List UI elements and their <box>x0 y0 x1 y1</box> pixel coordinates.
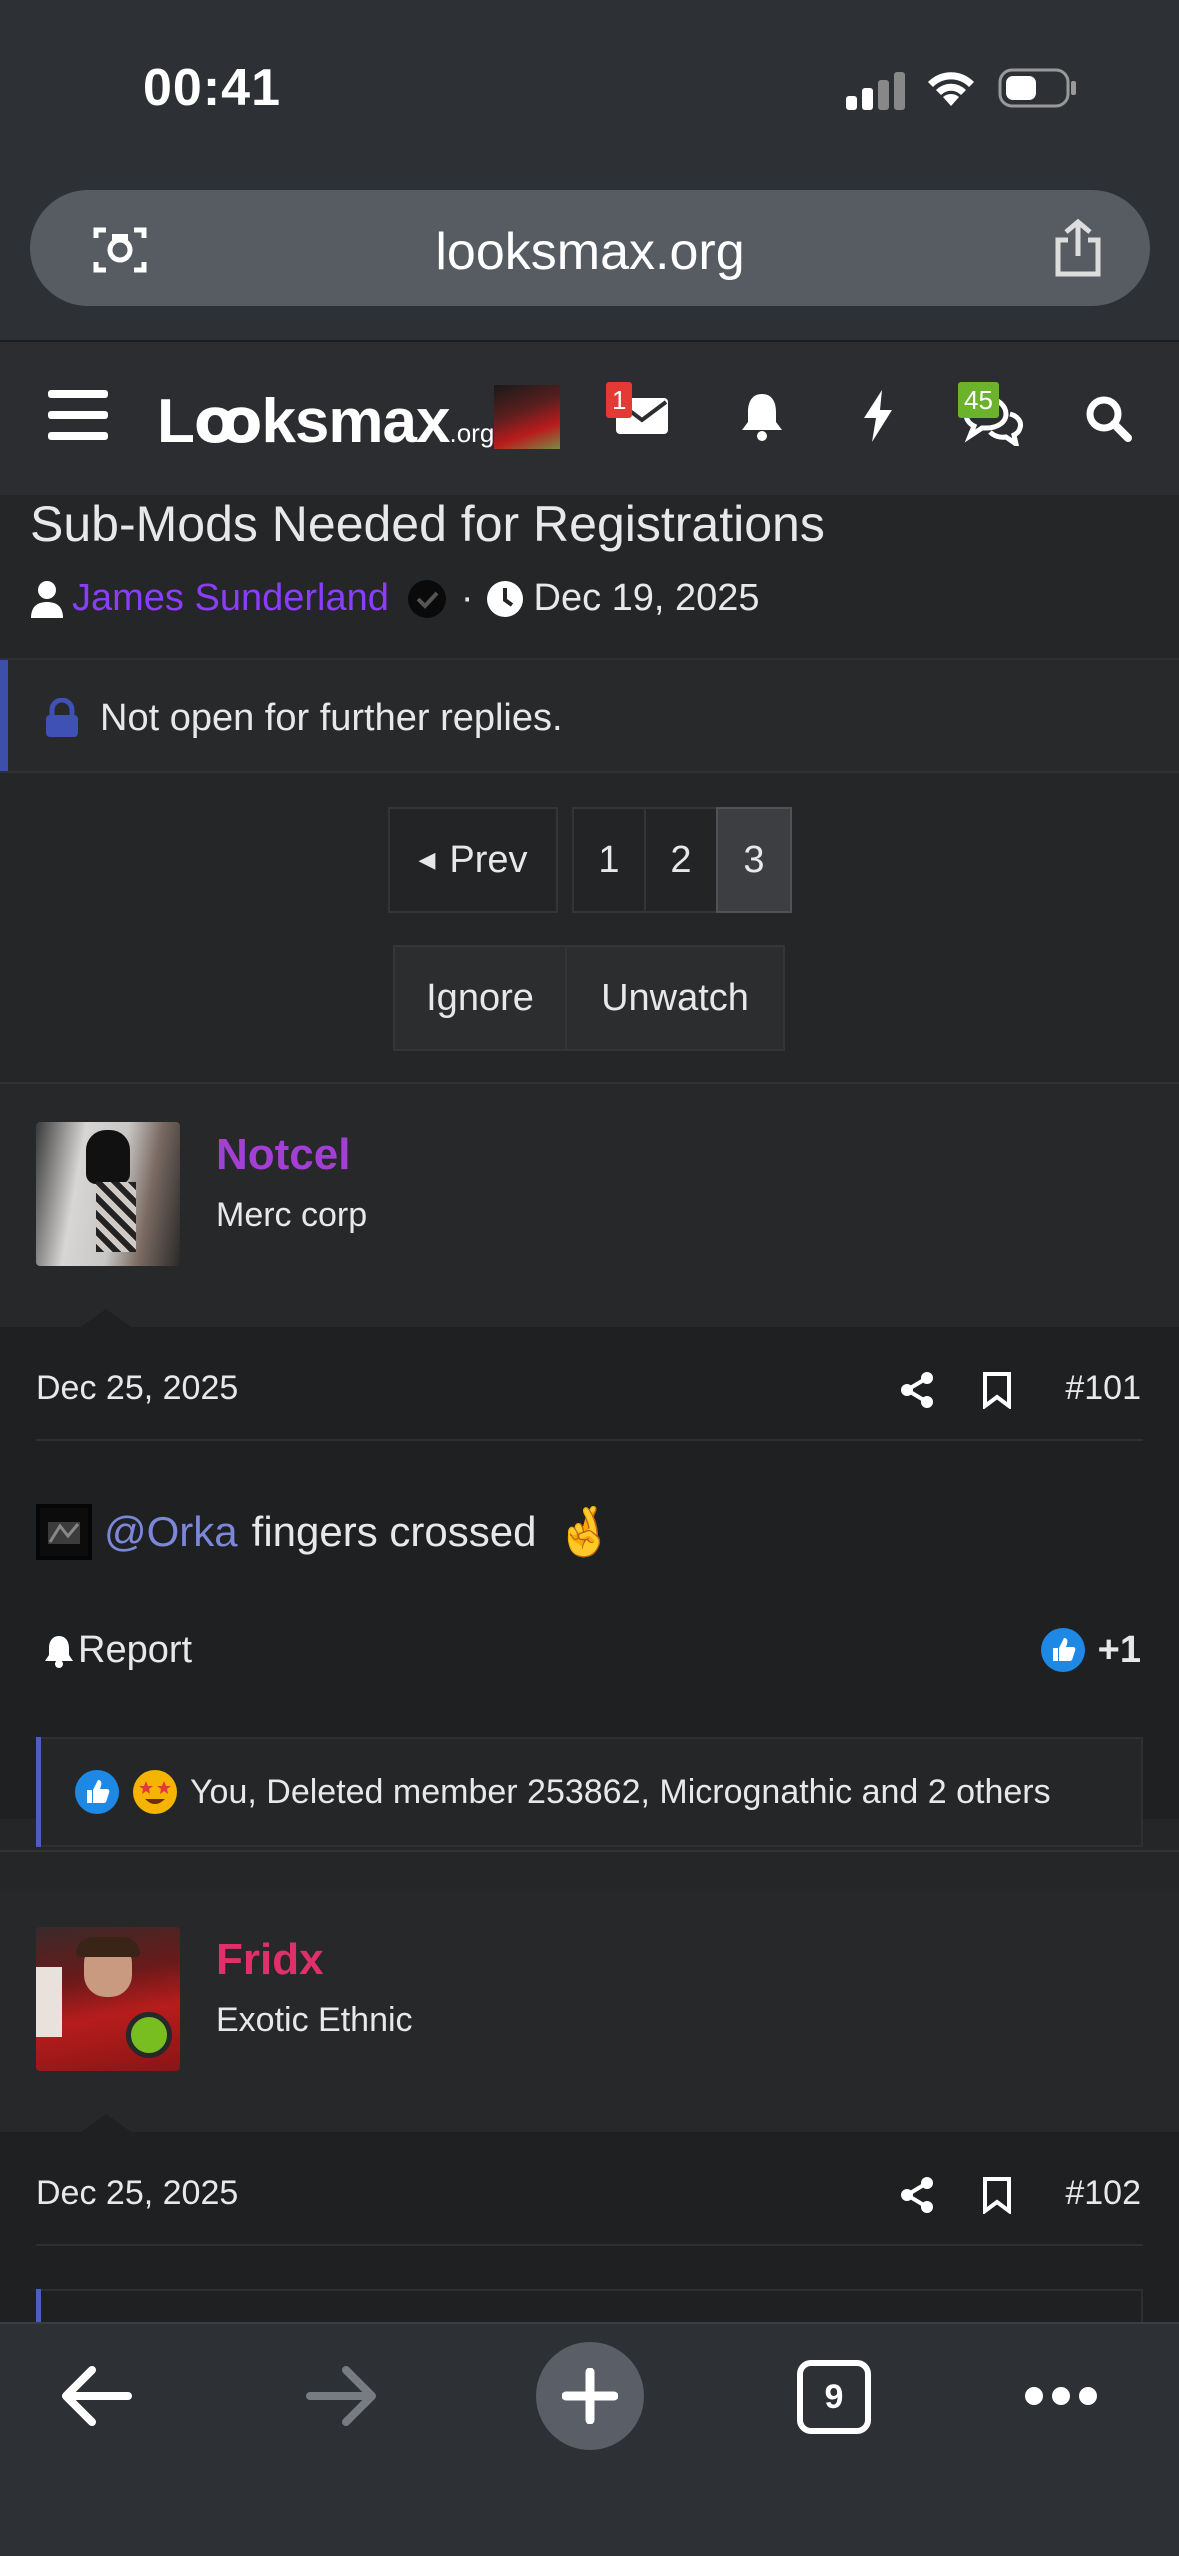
ignore-button[interactable]: Ignore <box>393 945 567 1051</box>
user-title: Exotic Ethnic <box>216 2001 413 2039</box>
reactions-bar[interactable]: You, Deleted member 253862, Micrognathic… <box>36 1737 1143 1847</box>
more-options-icon[interactable] <box>1024 2384 1098 2408</box>
post-username[interactable]: Fridx <box>216 1935 324 1985</box>
post-divider <box>36 1439 1143 1441</box>
avatar[interactable] <box>36 1122 180 1266</box>
status-time: 00:41 <box>143 59 281 117</box>
account-avatar[interactable] <box>494 385 560 449</box>
address-bar[interactable]: looksmax.org <box>30 190 1150 306</box>
site-logo[interactable]: Lꝏksmax.org <box>157 384 494 457</box>
tabs-button[interactable]: 9 <box>797 2360 871 2434</box>
forward-arrow-icon[interactable] <box>306 2364 380 2428</box>
plus-icon <box>562 2368 618 2424</box>
meta-separator: · <box>460 577 474 619</box>
user-icon <box>31 580 63 618</box>
share-icon[interactable] <box>1050 218 1106 278</box>
status-bar: 00:41 <box>0 0 1179 170</box>
bookmark-icon[interactable] <box>982 1371 1012 1409</box>
back-arrow-icon[interactable] <box>58 2364 132 2428</box>
pagination: ◀ Prev 1 2 3 <box>388 807 792 913</box>
post-number[interactable]: #101 <box>1065 1369 1141 1408</box>
fingers-crossed-emoji: 🤞 <box>554 1506 615 1559</box>
mention-avatar <box>36 1503 92 1560</box>
star-struck-reaction-icon <box>133 1770 177 1814</box>
caret-left-icon: ◀ <box>418 847 436 872</box>
menu-icon[interactable] <box>48 390 108 442</box>
search-icon[interactable] <box>1084 394 1132 442</box>
thread-actions: Ignore Unwatch <box>393 945 785 1051</box>
url-text[interactable]: looksmax.org <box>30 222 1150 282</box>
post-username[interactable]: Notcel <box>216 1130 350 1180</box>
unwatch-button[interactable]: Unwatch <box>565 945 785 1051</box>
post-header: Fridx Exotic Ethnic <box>0 1889 1179 2134</box>
divider <box>0 1850 1179 1852</box>
thread-date[interactable]: Dec 19, 2025 <box>534 577 760 620</box>
page-1-button[interactable]: 1 <box>572 807 646 913</box>
thread-title: Sub-Mods Needed for Registrations <box>30 496 825 552</box>
locked-notice-text: Not open for further replies. <box>100 697 563 739</box>
thread-author[interactable]: James Sunderland <box>72 577 389 620</box>
caret <box>78 1309 134 1329</box>
like-button[interactable]: +1 <box>1040 1627 1141 1673</box>
caret <box>78 2114 134 2134</box>
post-message: @Orka fingers crossed 🤞 <box>36 1503 614 1560</box>
share-icon[interactable] <box>900 2176 934 2214</box>
page-3-button[interactable]: 3 <box>716 807 792 913</box>
bookmark-icon[interactable] <box>982 2176 1012 2214</box>
browser-toolbar: 9 <box>0 2322 1179 2556</box>
bell-icon[interactable] <box>740 390 784 442</box>
mention-link[interactable]: @Orka <box>104 1508 238 1556</box>
lock-icon <box>46 698 78 737</box>
share-icon[interactable] <box>900 1371 934 1409</box>
post-body: Dec 25, 2025 #101 @Orka fingers crossed … <box>0 1327 1179 1847</box>
clock-icon <box>486 580 523 617</box>
bolt-icon[interactable] <box>860 388 896 444</box>
thread-meta: James Sunderland · Dec 19, 2025 <box>30 577 760 620</box>
thumbs-up-icon <box>1040 1628 1085 1672</box>
message-text: fingers crossed <box>251 1507 537 1555</box>
user-title: Merc corp <box>216 1196 368 1234</box>
new-tab-button[interactable] <box>536 2342 644 2450</box>
online-status-dot <box>126 2012 172 2058</box>
post-date[interactable]: Dec 25, 2025 <box>36 2174 238 2213</box>
like-reaction-icon <box>75 1770 119 1814</box>
inbox-badge: 1 <box>606 382 633 418</box>
page-2-button[interactable]: 2 <box>644 807 718 913</box>
wifi-icon <box>928 72 974 106</box>
post-number[interactable]: #102 <box>1065 2174 1141 2213</box>
post-body: Dec 25, 2025 #102 <box>0 2132 1179 2332</box>
verified-badge-icon <box>407 579 446 618</box>
browser-address-area: looksmax.org <box>0 170 1179 340</box>
prev-page-button[interactable]: ◀ Prev <box>388 807 558 913</box>
cellular-signal-icon <box>846 70 906 110</box>
site-header: Lꝏksmax.org 1 45 <box>0 340 1179 495</box>
post-date[interactable]: Dec 25, 2025 <box>36 1369 238 1408</box>
battery-icon <box>998 68 1076 108</box>
locked-notice: Not open for further replies. <box>0 658 1179 773</box>
chat-badge: 45 <box>958 382 999 418</box>
report-button[interactable]: Report <box>44 1629 192 1672</box>
bell-icon <box>45 1635 73 1668</box>
post-divider <box>36 2244 1143 2246</box>
reactions-summary: You, Deleted member 253862, Micrognathic… <box>190 1773 1051 1811</box>
post-header: Notcel Merc corp <box>0 1084 1179 1329</box>
